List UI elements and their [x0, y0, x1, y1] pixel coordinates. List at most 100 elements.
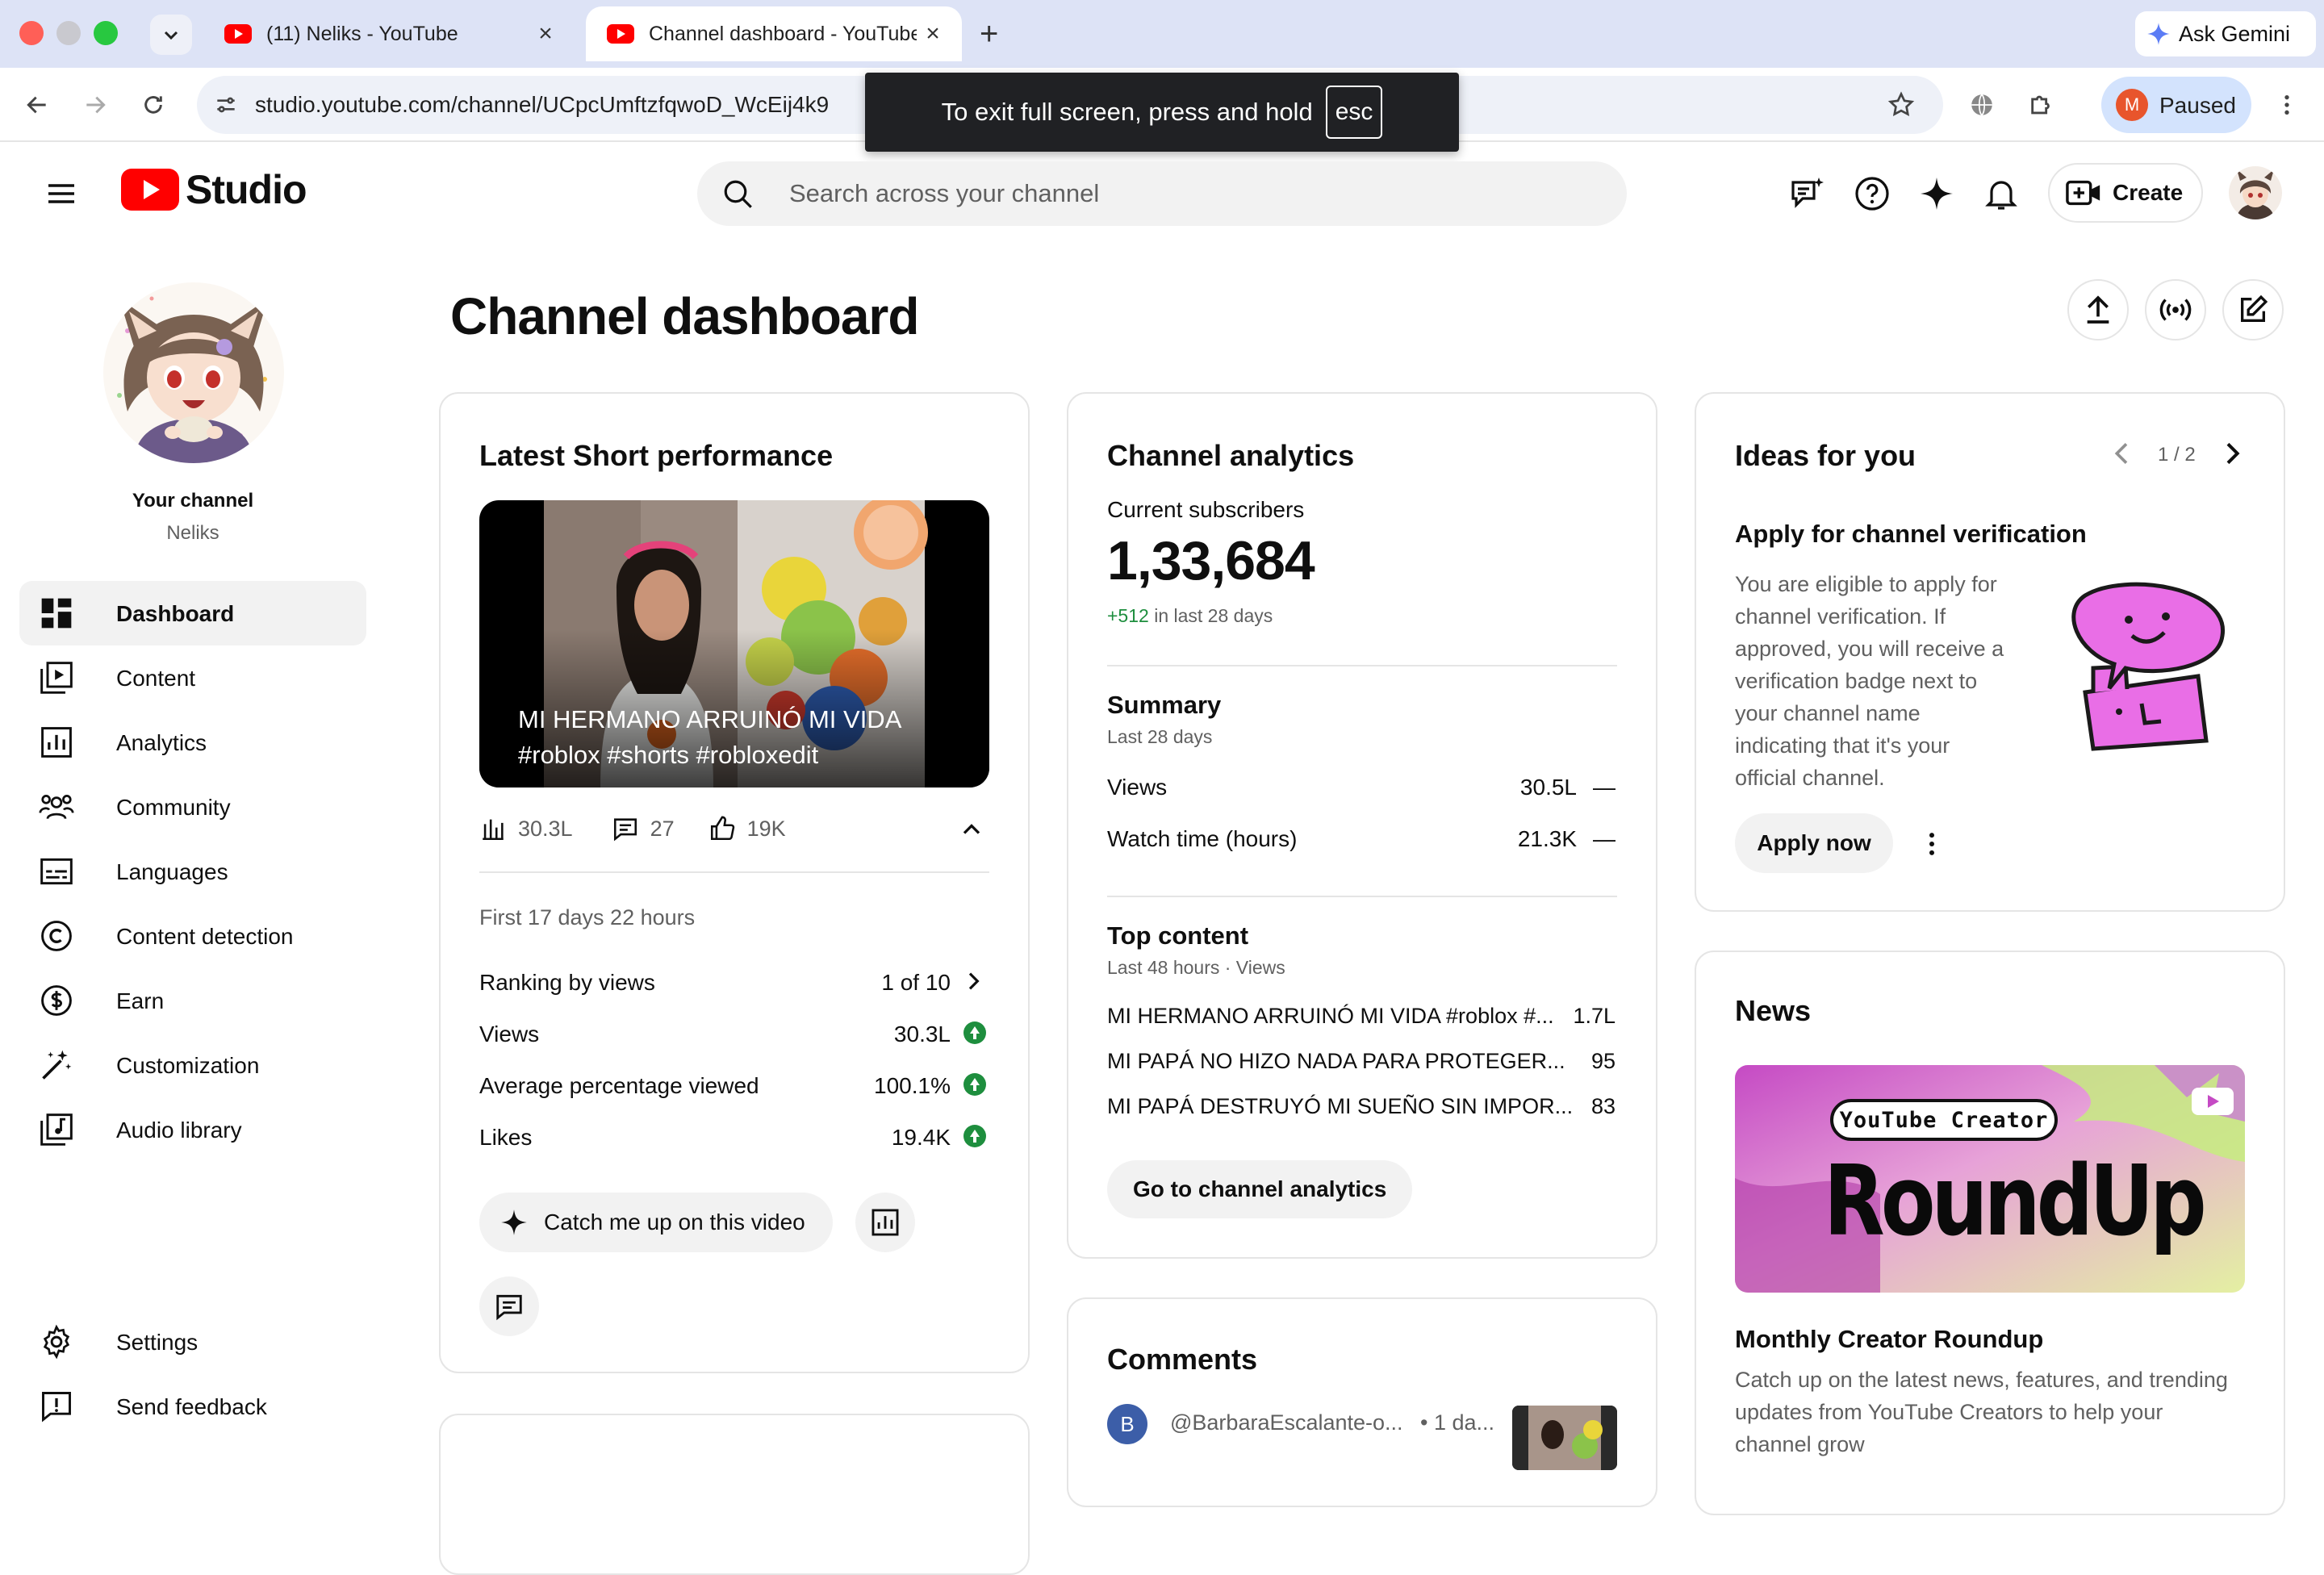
site-settings-icon: [217, 97, 235, 113]
idea-more-options-button[interactable]: [1916, 828, 1948, 860]
arrow-left-icon: [27, 96, 46, 114]
comment-video-thumbnail[interactable]: [1512, 1406, 1617, 1470]
ask-gemini-button[interactable]: Ask Gemini: [2135, 11, 2316, 56]
translate-button[interactable]: [1962, 86, 2001, 124]
top-content-views: 95: [1590, 1049, 1616, 1073]
sidebar-item-label: Content detection: [116, 924, 294, 949]
reload-button[interactable]: [134, 86, 173, 124]
idea-text-line: approved, you will receive a: [1735, 637, 2004, 661]
ranking-details-button[interactable]: [960, 968, 986, 994]
channel-avatar[interactable]: [103, 282, 284, 463]
news-article-title[interactable]: Monthly Creator Roundup: [1735, 1325, 2043, 1354]
news-text-line: updates from YouTube Creators to help yo…: [1735, 1400, 2163, 1424]
account-avatar[interactable]: [2229, 166, 2282, 219]
idea-text-line: indicating that it's your: [1735, 733, 1950, 758]
comments-card: Comments B @BarbaraEscalante-o... • 1 da…: [1067, 1297, 1657, 1507]
studio-logo-text: Studio: [186, 167, 307, 212]
go-live-button[interactable]: [2145, 279, 2206, 340]
profile-button[interactable]: M Paused: [2101, 77, 2251, 133]
sidebar-item-analytics[interactable]: Analytics: [19, 710, 366, 775]
sparkle-icon: [1921, 178, 1953, 210]
help-button[interactable]: [1853, 174, 1891, 213]
go-to-analytics-button[interactable]: Go to channel analytics: [1107, 1160, 1413, 1218]
maximize-window-button[interactable]: [94, 21, 118, 45]
notifications-button[interactable]: [1982, 174, 2021, 213]
chevron-right-icon: [2226, 442, 2240, 465]
forward-button[interactable]: [76, 86, 115, 124]
next-idea-button[interactable]: [2216, 437, 2248, 470]
tab-youtube[interactable]: (11) Neliks - YouTube ×: [203, 6, 575, 61]
extensions-button[interactable]: [2022, 86, 2061, 124]
sidebar-item-content[interactable]: Content: [19, 645, 366, 710]
close-tab-icon[interactable]: ×: [917, 20, 949, 48]
summary-period: Last 28 days: [1107, 726, 1213, 747]
idea-text-line: verification badge next to: [1735, 669, 1978, 693]
top-content-title-link[interactable]: MI PAPÁ NO HIZO NADA PARA PROTEGER...: [1107, 1049, 1565, 1074]
feedback-sparkle-button[interactable]: [1788, 174, 1827, 213]
previous-idea-button[interactable]: [2106, 437, 2138, 470]
idea-text-line: You are eligible to apply for: [1735, 572, 1997, 596]
comment-icon: [496, 1294, 522, 1321]
video-comments-button[interactable]: [479, 1276, 539, 1336]
row-label: Ranking by views: [479, 970, 655, 995]
catch-me-up-button[interactable]: Catch me up on this video: [479, 1193, 833, 1252]
tab-channel-dashboard[interactable]: Channel dashboard - YouTube ×: [586, 6, 962, 61]
top-content-title-link[interactable]: MI HERMANO ARRUINÓ MI VIDA #roblox #...: [1107, 1004, 1554, 1029]
sidebar-item-content-detection[interactable]: Content detection: [19, 904, 366, 968]
sidebar-item-label: Customization: [116, 1053, 260, 1078]
short-period: First 17 days 22 hours: [479, 905, 696, 930]
go-to-analytics-label: Go to channel analytics: [1133, 1176, 1387, 1201]
sidebar-item-customization[interactable]: Customization: [19, 1033, 366, 1097]
commenter-handle[interactable]: @BarbaraEscalante-o...: [1170, 1410, 1403, 1435]
video-analytics-button[interactable]: [855, 1193, 915, 1252]
earn-icon: [41, 985, 72, 1016]
tab-search-button[interactable]: [150, 15, 192, 55]
minimize-window-button[interactable]: [56, 21, 81, 45]
hamburger-icon: [48, 184, 74, 203]
news-banner[interactable]: YouTube Creator RoundUp: [1735, 1065, 2245, 1293]
ranking-value: 1 of 10: [881, 970, 951, 995]
audio-library-icon: [40, 1113, 73, 1146]
gemini-button[interactable]: [1917, 174, 1956, 213]
close-tab-icon[interactable]: ×: [529, 20, 562, 48]
top-content-title-link[interactable]: MI PAPÁ DESTRUYÓ MI SUEÑO SIN IMPOR...: [1107, 1094, 1573, 1119]
new-tab-button[interactable]: +: [980, 16, 998, 52]
sidebar-item-community[interactable]: Community: [19, 775, 366, 839]
apply-now-button[interactable]: Apply now: [1735, 813, 1893, 873]
sidebar-item-audio-library[interactable]: Audio library: [19, 1097, 366, 1162]
globe-icon: [1971, 94, 1992, 116]
news-text-line: Catch up on the latest news, features, a…: [1735, 1368, 2228, 1392]
arrow-right-icon: [86, 96, 106, 114]
bookmark-star-icon[interactable]: [1887, 90, 1916, 119]
create-post-button[interactable]: [2222, 279, 2284, 340]
analytics-icon: [872, 1209, 899, 1236]
sidebar-item-settings[interactable]: Settings: [19, 1310, 366, 1374]
row-label: Views: [479, 1021, 540, 1047]
edit-icon: [2241, 295, 2268, 322]
sidebar-item-dashboard[interactable]: Dashboard: [19, 581, 366, 645]
menu-button[interactable]: [42, 174, 81, 213]
more-vert-icon: [1929, 833, 1934, 855]
upload-video-button[interactable]: [2067, 279, 2129, 340]
search-bar[interactable]: Search across your channel: [697, 161, 1627, 226]
back-button[interactable]: [18, 86, 56, 124]
browser-menu-button[interactable]: [2268, 86, 2306, 124]
youtube-favicon-icon: [607, 24, 634, 44]
summary-row-value: 21.3K: [1517, 826, 1577, 851]
views-chart-icon: [483, 819, 504, 841]
ideas-pager: 1 / 2: [2158, 444, 2196, 466]
studio-logo[interactable]: Studio: [121, 166, 307, 213]
sidebar-item-send-feedback[interactable]: Send feedback: [19, 1374, 366, 1439]
sidebar-item-label: Languages: [116, 859, 228, 884]
collapse-button[interactable]: [957, 815, 986, 844]
youtube-logo-icon: [121, 169, 179, 211]
sidebar-item-languages[interactable]: Languages: [19, 839, 366, 904]
short-thumbnail[interactable]: MI HERMANO ARRUINÓ MI VIDA #roblox #shor…: [479, 500, 989, 788]
row-value: 19.4K: [891, 1125, 951, 1150]
verification-illustration: [2061, 579, 2238, 757]
close-window-button[interactable]: [19, 21, 44, 45]
top-content-title: Top content: [1107, 921, 1249, 950]
divider: [1107, 896, 1617, 897]
create-button[interactable]: Create: [2048, 163, 2203, 223]
sidebar-item-earn[interactable]: Earn: [19, 968, 366, 1033]
